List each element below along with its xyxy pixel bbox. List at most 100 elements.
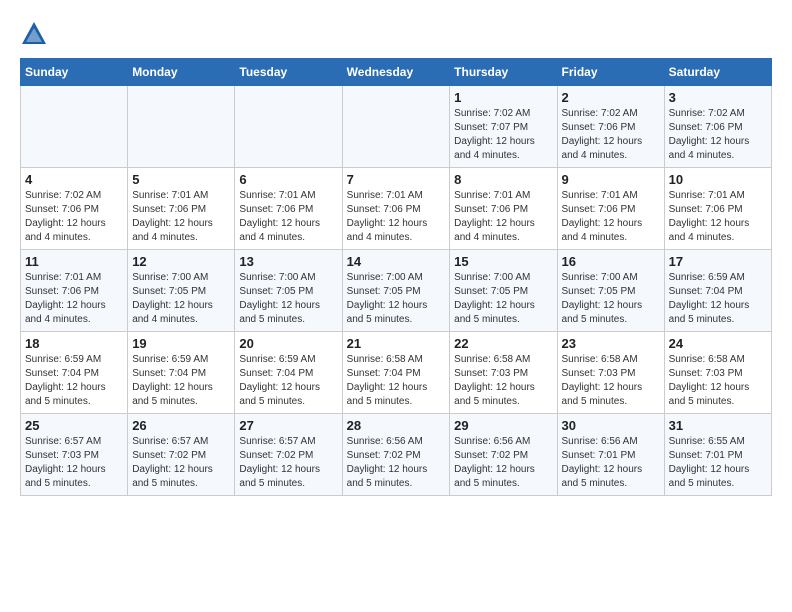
logo <box>20 20 50 48</box>
calendar-cell: 2Sunrise: 7:02 AMSunset: 7:06 PMDaylight… <box>557 86 664 168</box>
day-number: 21 <box>347 336 446 351</box>
day-number: 28 <box>347 418 446 433</box>
day-number: 15 <box>454 254 552 269</box>
week-row-2: 4Sunrise: 7:02 AMSunset: 7:06 PMDaylight… <box>21 168 772 250</box>
calendar-cell: 16Sunrise: 7:00 AMSunset: 7:05 PMDayligh… <box>557 250 664 332</box>
day-info: Sunrise: 6:57 AMSunset: 7:02 PMDaylight:… <box>239 435 337 491</box>
day-info: Sunrise: 6:56 AMSunset: 7:02 PMDaylight:… <box>347 435 446 491</box>
calendar-cell: 13 Sunrise: 7:00 AMSunset: 7:05 PMDayligh… <box>235 250 342 332</box>
calendar-cell: 10 Sunrise: 7:01 AMSunset: 7:06 PMDayligh… <box>664 168 771 250</box>
calendar-cell: 23 Sunrise: 6:58 AMSunset: 7:03 PMDayligh… <box>557 332 664 414</box>
calendar-cell: 6 Sunrise: 7:01 AMSunset: 7:06 PMDaylight… <box>235 168 342 250</box>
day-info: Sunrise: 6:56 AMSunset: 7:01 PMDaylight:… <box>562 435 660 491</box>
calendar-cell: 25 Sunrise: 6:57 AMSunset: 7:03 PMDayligh… <box>21 414 128 496</box>
calendar-cell: 21Sunrise: 6:58 AMSunset: 7:04 PMDayligh… <box>342 332 450 414</box>
week-row-1: 1 Sunrise: 7:02 AMSunset: 7:07 PMDaylight… <box>21 86 772 168</box>
day-info: Sunrise: 6:59 AMSunset: 7:04 PMDaylight:… <box>132 353 230 409</box>
calendar-cell <box>342 86 450 168</box>
day-info: Sunrise: 7:01 AMSunset: 7:06 PMDaylight:… <box>562 189 660 245</box>
day-info: Sunrise: 7:02 AMSunset: 7:06 PMDaylight:… <box>25 189 123 245</box>
calendar-table: SundayMondayTuesdayWednesdayThursdayFrid… <box>20 58 772 496</box>
day-info: Sunrise: 7:02 AMSunset: 7:07 PMDaylight:… <box>454 107 552 163</box>
week-row-3: 11 Sunrise: 7:01 AMSunset: 7:06 PMDayligh… <box>21 250 772 332</box>
day-number: 19 <box>132 336 230 351</box>
day-number: 13 <box>239 254 337 269</box>
day-info: Sunrise: 7:00 AMSunset: 7:05 PMDaylight:… <box>454 271 552 327</box>
calendar-cell: 30 Sunrise: 6:56 AMSunset: 7:01 PMDayligh… <box>557 414 664 496</box>
day-number: 27 <box>239 418 337 433</box>
calendar-cell: 22 Sunrise: 6:58 AMSunset: 7:03 PMDayligh… <box>450 332 557 414</box>
day-info: Sunrise: 7:01 AMSunset: 7:06 PMDaylight:… <box>454 189 552 245</box>
day-info: Sunrise: 6:56 AMSunset: 7:02 PMDaylight:… <box>454 435 552 491</box>
day-info: Sunrise: 7:01 AMSunset: 7:06 PMDaylight:… <box>239 189 337 245</box>
day-number: 5 <box>132 172 230 187</box>
calendar-cell: 5 Sunrise: 7:01 AMSunset: 7:06 PMDaylight… <box>128 168 235 250</box>
day-info: Sunrise: 6:59 AMSunset: 7:04 PMDaylight:… <box>239 353 337 409</box>
day-info: Sunrise: 7:01 AMSunset: 7:06 PMDaylight:… <box>347 189 446 245</box>
day-number: 26 <box>132 418 230 433</box>
day-number: 7 <box>347 172 446 187</box>
calendar-cell: 27 Sunrise: 6:57 AMSunset: 7:02 PMDayligh… <box>235 414 342 496</box>
day-number: 1 <box>454 90 552 105</box>
calendar-cell: 3 Sunrise: 7:02 AMSunset: 7:06 PMDaylight… <box>664 86 771 168</box>
day-number: 20 <box>239 336 337 351</box>
calendar-cell: 17 Sunrise: 6:59 AMSunset: 7:04 PMDayligh… <box>664 250 771 332</box>
weekday-header-saturday: Saturday <box>664 59 771 86</box>
day-number: 6 <box>239 172 337 187</box>
day-number: 8 <box>454 172 552 187</box>
day-number: 11 <box>25 254 123 269</box>
calendar-cell: 8 Sunrise: 7:01 AMSunset: 7:06 PMDaylight… <box>450 168 557 250</box>
calendar-cell: 20 Sunrise: 6:59 AMSunset: 7:04 PMDayligh… <box>235 332 342 414</box>
calendar-cell: 19 Sunrise: 6:59 AMSunset: 7:04 PMDayligh… <box>128 332 235 414</box>
calendar-cell <box>235 86 342 168</box>
calendar-cell: 11 Sunrise: 7:01 AMSunset: 7:06 PMDayligh… <box>21 250 128 332</box>
day-number: 24 <box>669 336 767 351</box>
day-number: 12 <box>132 254 230 269</box>
page-header <box>20 20 772 48</box>
calendar-cell <box>128 86 235 168</box>
calendar-cell: 4Sunrise: 7:02 AMSunset: 7:06 PMDaylight… <box>21 168 128 250</box>
day-number: 14 <box>347 254 446 269</box>
logo-icon <box>20 20 48 48</box>
day-info: Sunrise: 6:57 AMSunset: 7:03 PMDaylight:… <box>25 435 123 491</box>
weekday-header-tuesday: Tuesday <box>235 59 342 86</box>
day-number: 23 <box>562 336 660 351</box>
weekday-header-sunday: Sunday <box>21 59 128 86</box>
day-number: 2 <box>562 90 660 105</box>
calendar-cell: 26 Sunrise: 6:57 AMSunset: 7:02 PMDayligh… <box>128 414 235 496</box>
day-number: 29 <box>454 418 552 433</box>
day-number: 16 <box>562 254 660 269</box>
day-info: Sunrise: 6:58 AMSunset: 7:03 PMDaylight:… <box>669 353 767 409</box>
calendar-cell: 31 Sunrise: 6:55 AMSunset: 7:01 PMDayligh… <box>664 414 771 496</box>
day-info: Sunrise: 7:01 AMSunset: 7:06 PMDaylight:… <box>132 189 230 245</box>
day-info: Sunrise: 7:01 AMSunset: 7:06 PMDaylight:… <box>25 271 123 327</box>
calendar-cell: 1 Sunrise: 7:02 AMSunset: 7:07 PMDaylight… <box>450 86 557 168</box>
calendar-cell: 14Sunrise: 7:00 AMSunset: 7:05 PMDayligh… <box>342 250 450 332</box>
weekday-header-thursday: Thursday <box>450 59 557 86</box>
day-info: Sunrise: 6:55 AMSunset: 7:01 PMDaylight:… <box>669 435 767 491</box>
calendar-cell <box>21 86 128 168</box>
day-number: 3 <box>669 90 767 105</box>
week-row-4: 18 Sunrise: 6:59 AMSunset: 7:04 PMDayligh… <box>21 332 772 414</box>
calendar-cell: 15 Sunrise: 7:00 AMSunset: 7:05 PMDayligh… <box>450 250 557 332</box>
day-number: 31 <box>669 418 767 433</box>
day-info: Sunrise: 6:59 AMSunset: 7:04 PMDaylight:… <box>669 271 767 327</box>
day-number: 17 <box>669 254 767 269</box>
day-number: 9 <box>562 172 660 187</box>
day-number: 22 <box>454 336 552 351</box>
day-info: Sunrise: 7:00 AMSunset: 7:05 PMDaylight:… <box>239 271 337 327</box>
day-number: 18 <box>25 336 123 351</box>
day-number: 25 <box>25 418 123 433</box>
day-number: 10 <box>669 172 767 187</box>
day-info: Sunrise: 7:01 AMSunset: 7:06 PMDaylight:… <box>669 189 767 245</box>
weekday-header-friday: Friday <box>557 59 664 86</box>
day-info: Sunrise: 6:58 AMSunset: 7:03 PMDaylight:… <box>562 353 660 409</box>
day-info: Sunrise: 7:02 AMSunset: 7:06 PMDaylight:… <box>669 107 767 163</box>
calendar-cell: 18Sunrise: 6:59 AMSunset: 7:04 PMDayligh… <box>21 332 128 414</box>
day-info: Sunrise: 6:58 AMSunset: 7:03 PMDaylight:… <box>454 353 552 409</box>
calendar-cell: 28 Sunrise: 6:56 AMSunset: 7:02 PMDayligh… <box>342 414 450 496</box>
day-info: Sunrise: 6:57 AMSunset: 7:02 PMDaylight:… <box>132 435 230 491</box>
day-number: 30 <box>562 418 660 433</box>
weekday-header-wednesday: Wednesday <box>342 59 450 86</box>
calendar-cell: 9 Sunrise: 7:01 AMSunset: 7:06 PMDaylight… <box>557 168 664 250</box>
